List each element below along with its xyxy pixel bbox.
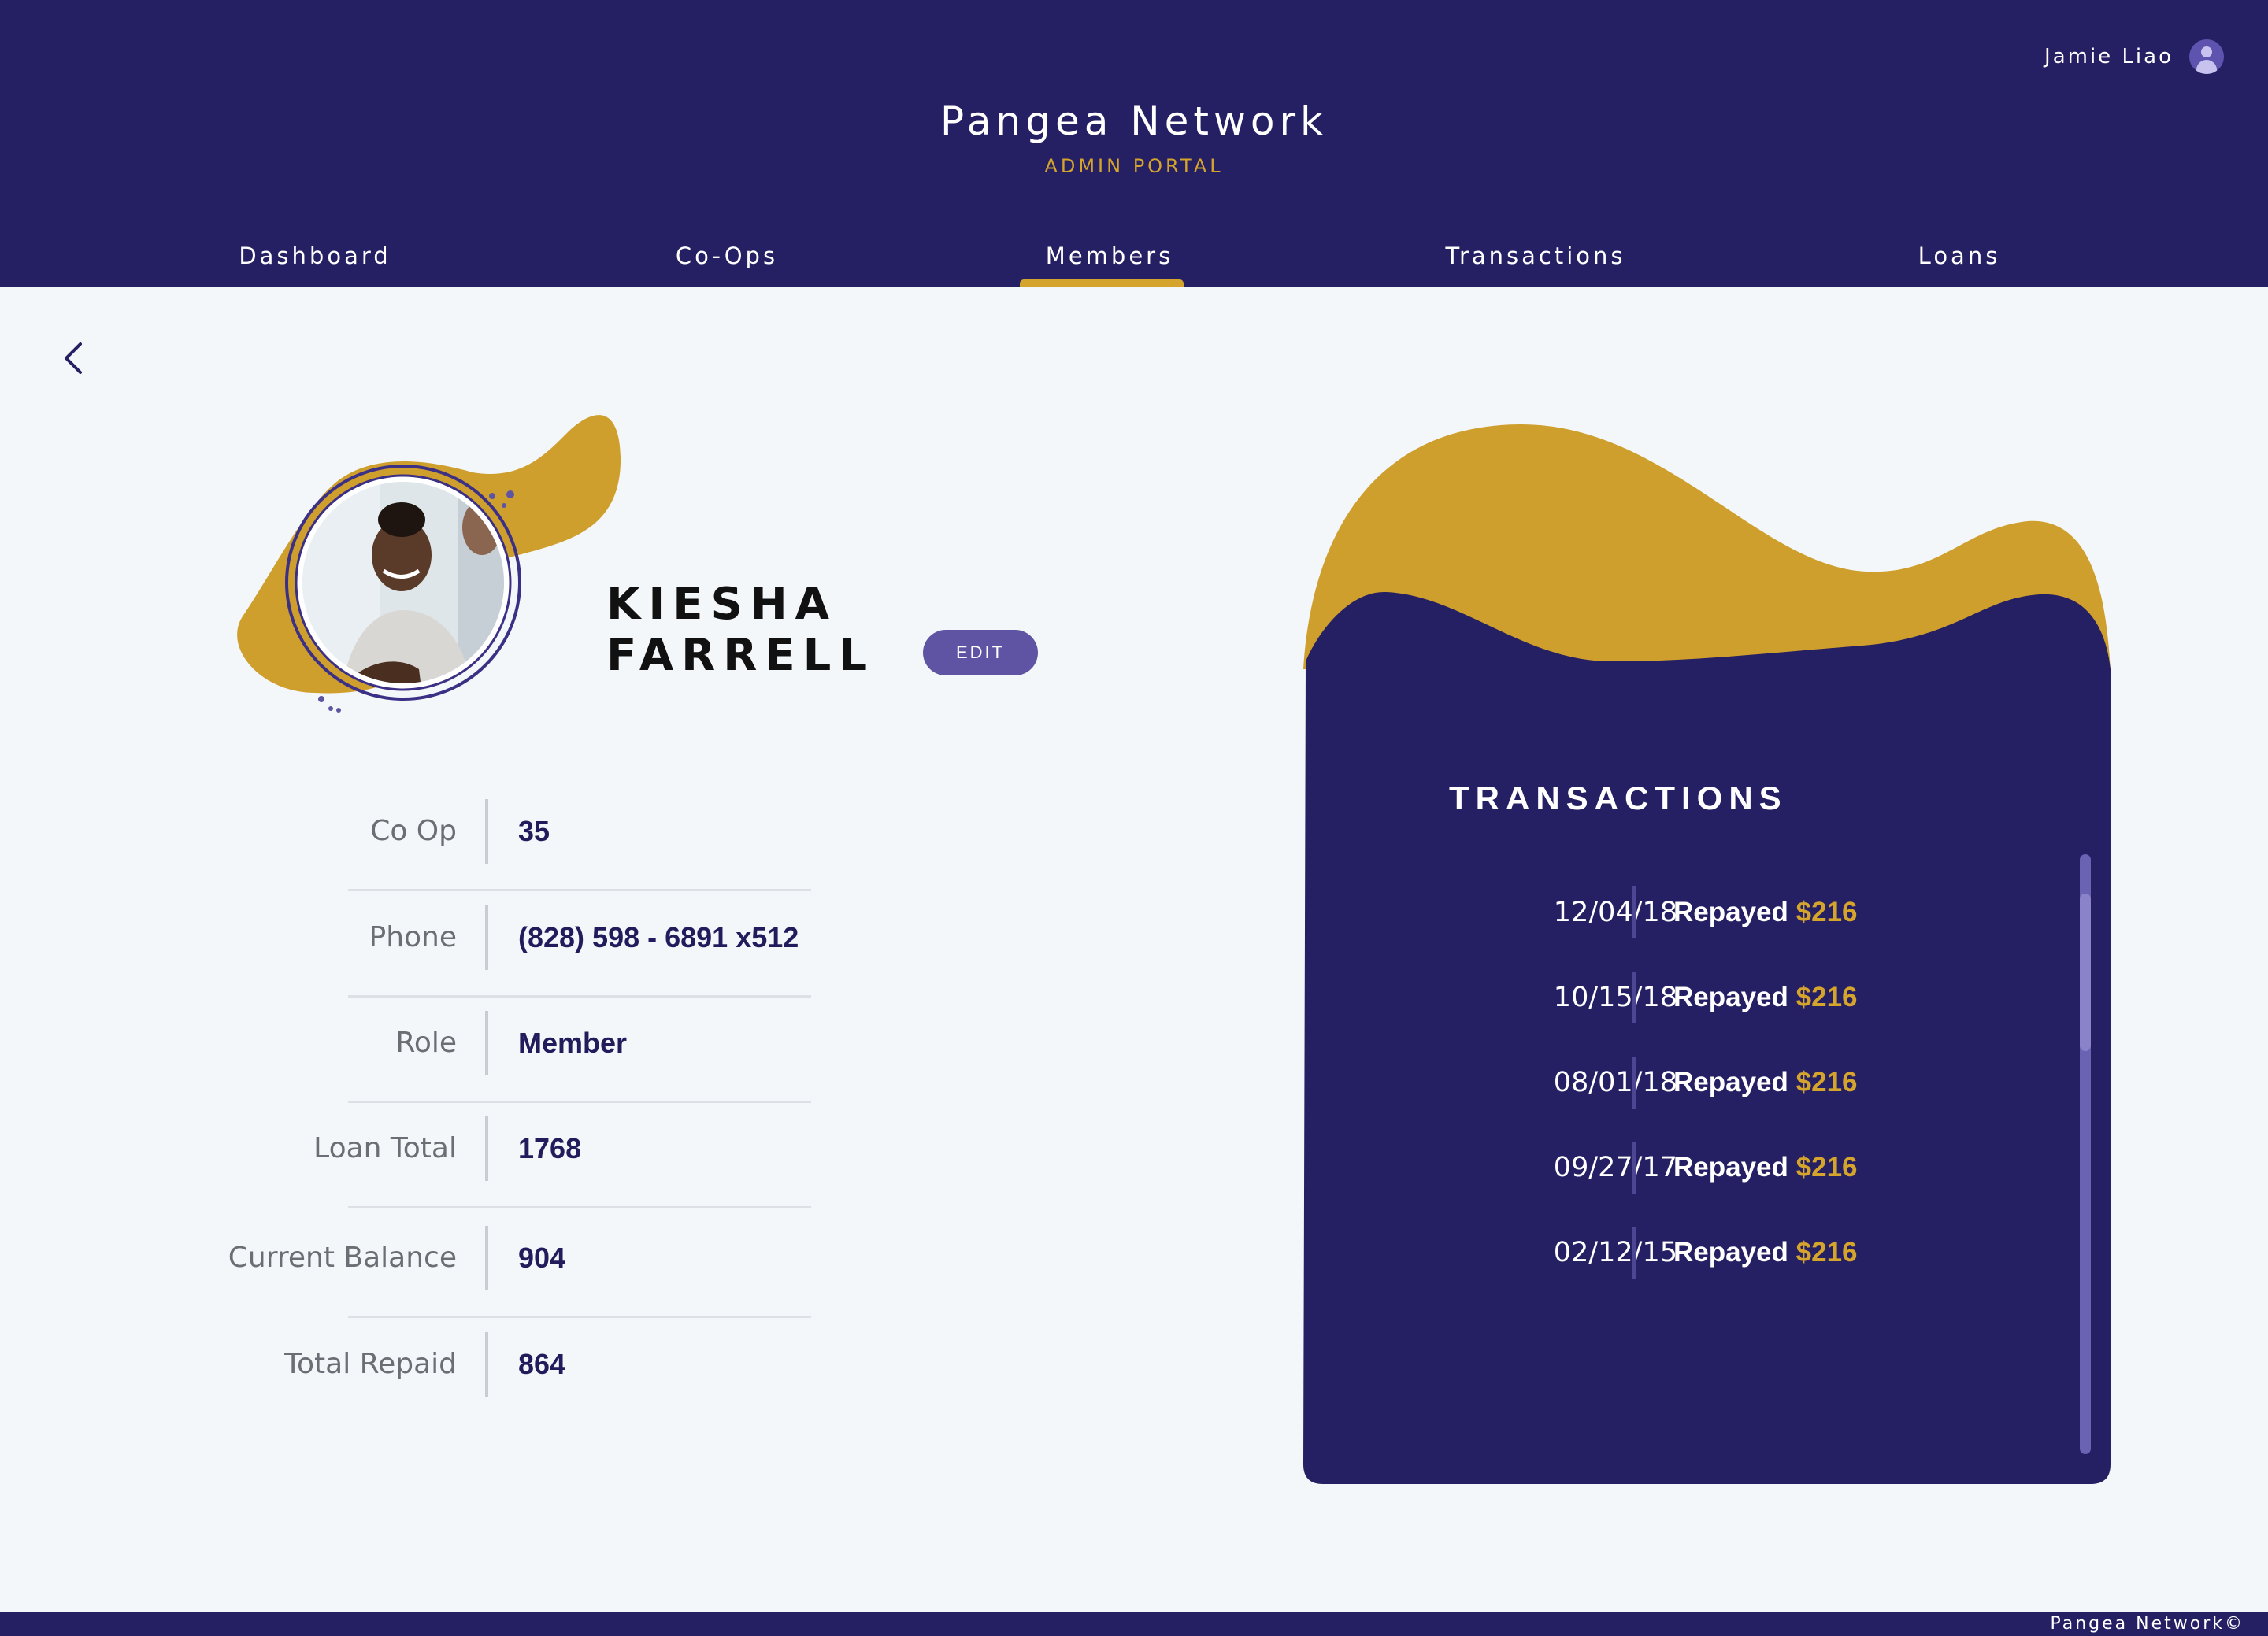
brand-subtitle: ADMIN PORTAL	[1044, 155, 1224, 177]
transaction-amount: $216	[1796, 982, 1858, 1012]
transaction-row[interactable]: 09/27/17 Repayed $216	[1449, 1142, 2000, 1194]
detail-label: Current Balance	[228, 1242, 457, 1274]
footer-text: Pangea Network©	[2050, 1614, 2244, 1634]
detail-divider	[485, 1332, 488, 1397]
member-first-name: KIESHA	[606, 579, 838, 630]
transaction-date: 09/27/17	[1553, 1152, 1677, 1183]
tab-members[interactable]: Members	[1046, 242, 1173, 269]
row-separator	[348, 1101, 811, 1103]
edit-button[interactable]: EDIT	[923, 630, 1038, 675]
tab-transactions[interactable]: Transactions	[1445, 242, 1625, 269]
member-last-name: FARRELL	[606, 630, 876, 681]
user-menu[interactable]: Jamie Liao	[2044, 39, 2224, 74]
transaction-divider	[1632, 886, 1636, 938]
chevron-left-icon[interactable]	[55, 335, 94, 382]
detail-value: 35	[518, 815, 550, 847]
transaction-amount: $216	[1796, 1067, 1858, 1097]
transaction-amount: $216	[1796, 897, 1858, 927]
transactions-title: TRANSACTIONS	[1449, 779, 1788, 816]
detail-value: 864	[518, 1348, 566, 1380]
top-header: Jamie Liao Pangea Network ADMIN PORTAL D…	[0, 0, 2268, 287]
tab-dashboard[interactable]: Dashboard	[239, 242, 391, 269]
detail-label: Co Op	[370, 815, 457, 847]
transaction-date: 08/01/18	[1553, 1067, 1677, 1098]
detail-divider	[485, 799, 488, 864]
detail-row-current-balance: Current Balance 904	[228, 1226, 811, 1332]
transaction-row[interactable]: 02/12/15 Repayed $216	[1449, 1227, 2000, 1279]
transactions-card	[1303, 424, 2110, 1484]
detail-label: Role	[395, 1027, 457, 1059]
transaction-description: Repayed $216	[1673, 1067, 1858, 1097]
transaction-divider	[1632, 1057, 1636, 1109]
member-avatar	[285, 465, 521, 701]
tab-co-ops[interactable]: Co-Ops	[676, 242, 778, 269]
detail-label: Loan Total	[313, 1132, 457, 1164]
detail-divider	[485, 1116, 488, 1181]
transaction-description: Repayed $216	[1673, 1237, 1858, 1268]
user-name: Jamie Liao	[2044, 45, 2174, 68]
detail-divider	[485, 905, 488, 970]
row-separator	[348, 889, 811, 891]
detail-row-phone: Phone (828) 598 - 6891 x512	[236, 905, 811, 1012]
transaction-divider	[1632, 1227, 1636, 1279]
detail-divider	[485, 1011, 488, 1075]
transaction-amount: $216	[1796, 1237, 1858, 1268]
detail-row-loan-total: Loan Total 1768	[236, 1116, 811, 1223]
tab-loans[interactable]: Loans	[1918, 242, 2001, 269]
detail-value: Member	[518, 1027, 628, 1059]
transaction-divider	[1632, 1142, 1636, 1194]
detail-value: (828) 598 - 6891 x512	[518, 921, 799, 953]
transaction-date: 12/04/18	[1553, 897, 1677, 928]
row-separator	[348, 995, 811, 998]
transaction-description: Repayed $216	[1673, 982, 1858, 1012]
detail-row-total-repaid: Total Repaid 864	[236, 1332, 811, 1438]
active-tab-indicator	[1020, 279, 1184, 287]
transaction-row[interactable]: 10/15/18 Repayed $216	[1449, 972, 2000, 1023]
transaction-row[interactable]: 12/04/18 Repayed $216	[1449, 886, 2000, 938]
scrollbar-thumb[interactable]	[2080, 894, 2091, 1051]
detail-label: Total Repaid	[284, 1348, 457, 1380]
user-avatar-icon[interactable]	[2189, 39, 2224, 74]
detail-label: Phone	[369, 921, 457, 953]
row-separator	[348, 1316, 811, 1318]
footer: Pangea Network©	[0, 1612, 2268, 1636]
brand-title: Pangea Network	[939, 98, 1329, 144]
detail-value: 1768	[518, 1132, 582, 1164]
transaction-description: Repayed $216	[1673, 1152, 1858, 1183]
transaction-amount: $216	[1796, 1152, 1858, 1183]
transaction-description: Repayed $216	[1673, 897, 1858, 927]
transaction-row[interactable]: 08/01/18 Repayed $216	[1449, 1057, 2000, 1109]
detail-value: 904	[518, 1242, 566, 1274]
detail-row-role: Role Member	[236, 1011, 811, 1117]
row-separator	[348, 1206, 811, 1208]
transaction-date: 10/15/18	[1553, 982, 1677, 1013]
transaction-divider	[1632, 972, 1636, 1023]
detail-row-coop: Co Op 35	[236, 799, 811, 905]
transaction-date: 02/12/15	[1553, 1237, 1677, 1268]
detail-divider	[485, 1226, 488, 1290]
